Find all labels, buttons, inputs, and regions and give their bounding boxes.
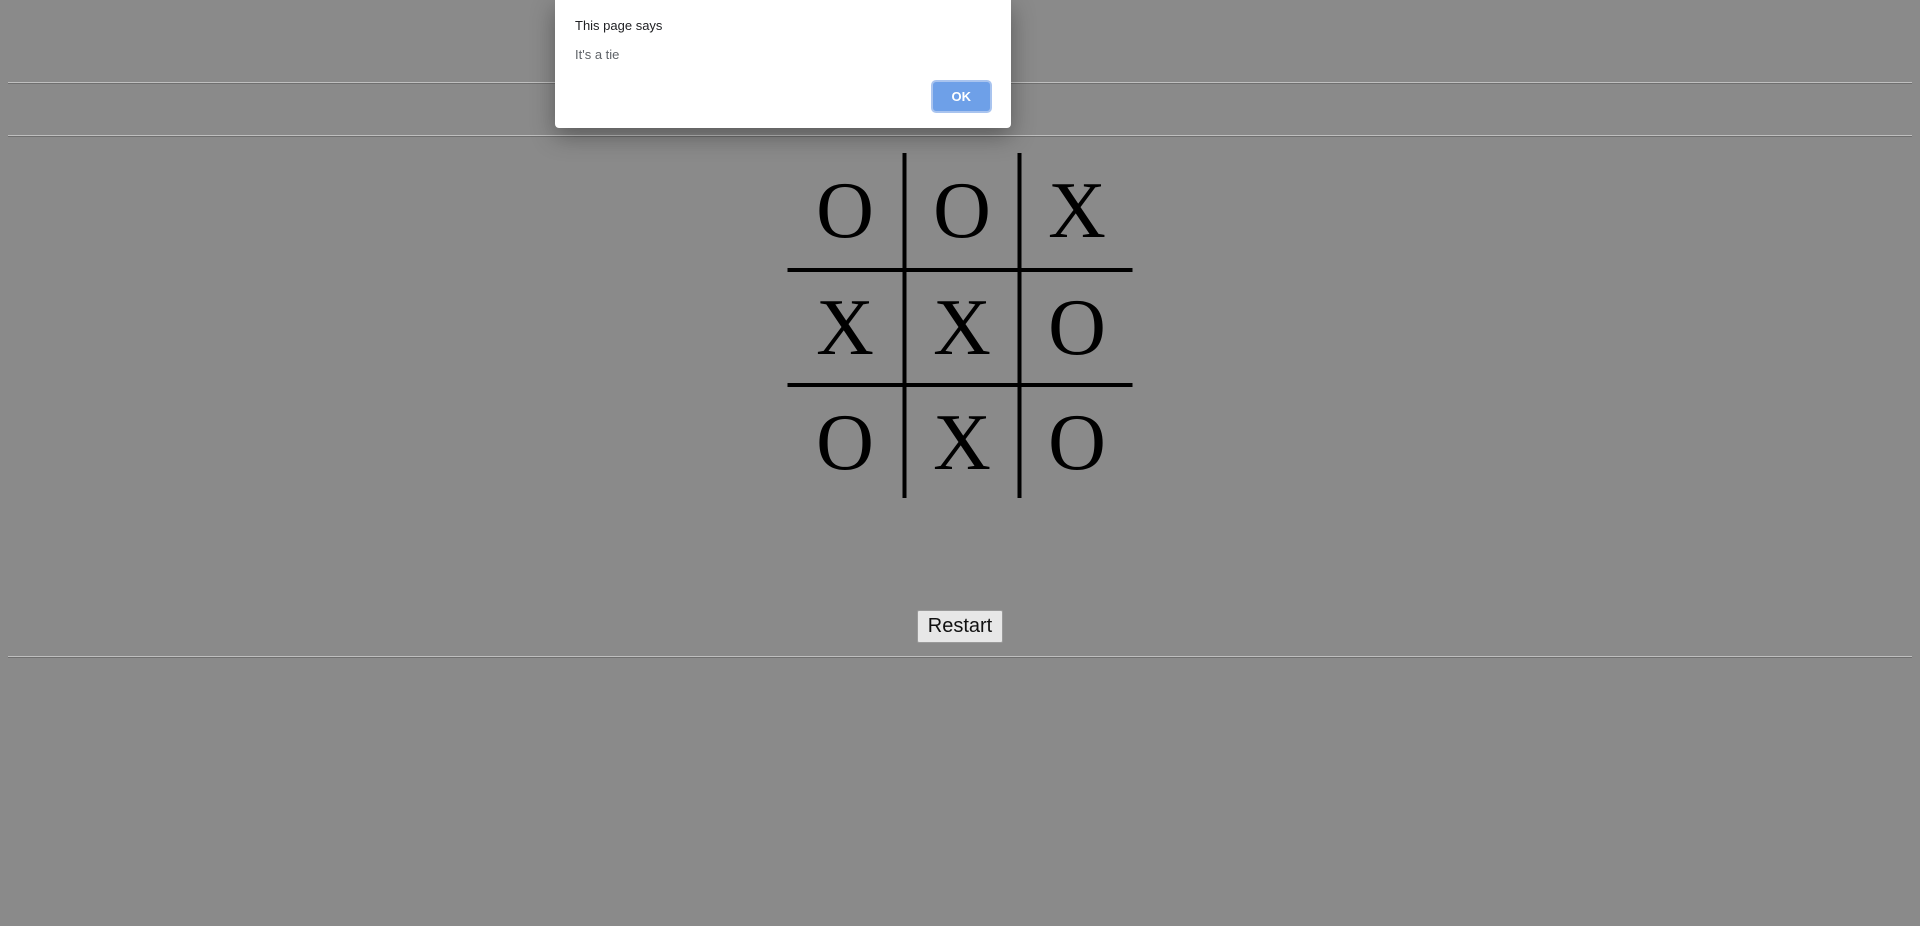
alert-message: It's a tie — [575, 47, 991, 81]
alert-dialog: This page says It's a tie OK — [555, 0, 1011, 128]
cell-2-0[interactable]: O — [788, 383, 903, 498]
cell-0-2[interactable]: X — [1018, 153, 1133, 268]
restart-button[interactable]: Restart — [917, 610, 1003, 643]
divider-2 — [8, 135, 1912, 137]
restart-bar: Restart — [0, 610, 1920, 643]
cell-0-0[interactable]: O — [788, 153, 903, 268]
cell-0-1[interactable]: O — [903, 153, 1018, 268]
alert-title: This page says — [575, 18, 991, 33]
cell-1-1[interactable]: X — [903, 268, 1018, 383]
cell-2-1[interactable]: X — [903, 383, 1018, 498]
cell-1-0[interactable]: X — [788, 268, 903, 383]
cell-1-2[interactable]: O — [1018, 268, 1133, 383]
divider-3 — [8, 656, 1912, 658]
ttt-board: O O X X X O O X O — [788, 153, 1133, 498]
cell-2-2[interactable]: O — [1018, 383, 1133, 498]
alert-actions: OK — [575, 81, 991, 112]
ok-button[interactable]: OK — [932, 81, 992, 112]
